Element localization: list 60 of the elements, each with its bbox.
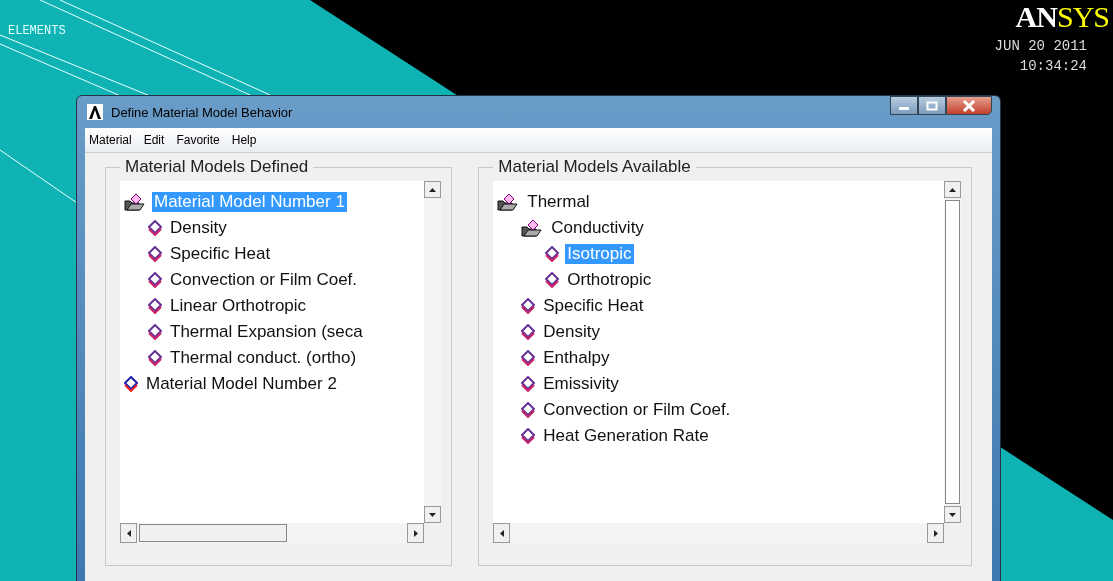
time-text: 10:34:24 <box>1019 58 1087 74</box>
right-arrow-icon <box>933 529 938 537</box>
tree-item[interactable]: Specific Heat <box>541 296 646 316</box>
viewport-label: ELEMENTS <box>8 24 66 38</box>
right-arrow-icon <box>413 529 418 537</box>
tree-item[interactable]: Density <box>541 322 602 342</box>
menu-item[interactable]: Material <box>89 133 132 147</box>
diamond-icon <box>521 298 536 314</box>
horizontal-scrollbar[interactable] <box>493 523 944 543</box>
left-arrow-icon <box>126 529 131 537</box>
menu-item[interactable]: Edit <box>143 133 165 147</box>
diamond-icon <box>148 298 162 314</box>
diamond-icon <box>148 220 162 236</box>
down-arrow-icon <box>429 512 437 517</box>
tree-item[interactable]: Emissivity <box>541 374 621 394</box>
maximize-button[interactable] <box>918 96 946 115</box>
diamond-icon <box>521 350 536 366</box>
horizontal-scrollbar[interactable] <box>120 523 425 543</box>
date-text: JUN 20 2011 <box>994 38 1087 54</box>
minimize-icon <box>899 107 909 110</box>
group-title: Material Models Defined <box>124 157 310 177</box>
tree-item[interactable]: Thermal conduct. (ortho) <box>168 348 359 368</box>
minimize-button[interactable] <box>890 96 918 115</box>
diamond-icon <box>148 272 162 288</box>
up-arrow-icon <box>949 187 956 192</box>
logo: ANSYS <box>1015 0 1109 34</box>
tree-item[interactable]: Heat Generation Rate <box>541 426 711 446</box>
vertical-scrollbar[interactable] <box>944 181 961 523</box>
tree-item[interactable]: Enthalpy <box>541 348 612 368</box>
tree-item[interactable]: Density <box>168 218 229 238</box>
diamond-icon <box>521 402 536 418</box>
tree-item[interactable]: Specific Heat <box>168 244 273 264</box>
window-title: Define Material Model Behavior <box>111 104 293 120</box>
diamond-icon <box>148 350 162 366</box>
diamond-icon <box>545 272 560 288</box>
diamond-icon <box>148 324 162 340</box>
group-title: Material Models Available <box>497 157 692 177</box>
up-arrow-icon <box>429 187 437 192</box>
diamond-icon <box>545 246 560 262</box>
tree-item[interactable]: Material Model Number 2 <box>144 374 339 394</box>
vertical-scrollbar[interactable] <box>424 181 442 523</box>
down-arrow-icon <box>949 512 956 517</box>
tree-item[interactable]: Linear Orthotropic <box>168 296 309 316</box>
tree-item[interactable]: Orthotropic <box>565 270 654 290</box>
maximize-icon <box>926 100 938 111</box>
tree-item[interactable]: Thermal Expansion (seca <box>168 322 365 342</box>
menu-item[interactable]: Favorite <box>176 133 220 147</box>
tree-item[interactable]: Conductivity <box>549 218 646 238</box>
tree-item[interactable]: Thermal <box>525 192 592 212</box>
app-logo-icon <box>87 104 103 120</box>
left-arrow-icon <box>499 529 504 537</box>
tree-item[interactable]: Convection or Film Coef. <box>541 400 733 420</box>
diamond-icon <box>521 324 536 340</box>
menu-item[interactable]: Help <box>231 133 257 147</box>
diamond-icon <box>521 376 536 392</box>
tree-item[interactable]: Convection or Film Coef. <box>168 270 360 290</box>
close-icon <box>962 99 976 112</box>
diamond-icon <box>521 428 536 444</box>
diamond-icon <box>148 246 162 262</box>
close-button[interactable] <box>946 96 992 115</box>
